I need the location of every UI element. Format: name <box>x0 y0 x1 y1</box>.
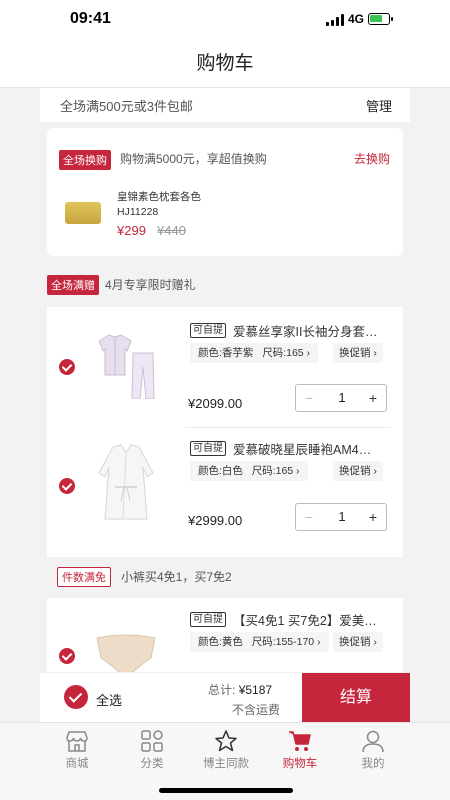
select-all-checkbox[interactable] <box>64 685 88 709</box>
product-image[interactable] <box>91 439 161 525</box>
decrease-button[interactable]: − <box>296 504 322 530</box>
chevron-right-icon: › <box>373 465 377 477</box>
status-bar: 09:41 4G <box>0 0 450 40</box>
exchange-tag: 全场换购 <box>59 150 111 170</box>
product-name[interactable]: 爱慕丝享家II长袖分身套… <box>233 321 393 340</box>
multi-piece-tag: 件数满免 <box>57 567 111 587</box>
total-amount: 总计: ¥5187 <box>208 681 272 698</box>
shipping-note: 不含运费 <box>232 703 281 717</box>
spec-selector[interactable]: 颜色:黄色 尺码:155-170 › <box>190 632 329 652</box>
cart-items-card: 可自提 爱慕丝享家II长袖分身套… 颜色:香芋紫 尺码:165 › 换促销 › … <box>47 307 403 557</box>
gift-text: 4月专享限时赠礼 <box>105 278 196 292</box>
store-icon <box>66 731 88 752</box>
decrease-button[interactable]: − <box>296 385 322 411</box>
swap-promo-label: 换促销 <box>339 465 371 477</box>
item-checkbox[interactable] <box>59 478 75 494</box>
quantity-value[interactable]: 1 <box>322 385 362 411</box>
status-time: 09:41 <box>70 10 111 27</box>
manage-button[interactable]: 管理 <box>366 96 392 115</box>
product-image[interactable] <box>91 319 161 400</box>
pickup-badge: 可自提 <box>190 323 226 338</box>
home-indicator <box>159 788 293 793</box>
spec-color: 颜色:白色 <box>198 465 243 477</box>
swap-promo-button[interactable]: 换促销 › <box>333 343 383 363</box>
chevron-right-icon: › <box>373 636 377 648</box>
spec-size: 尺码:165 <box>262 347 304 359</box>
product-name[interactable]: 爱慕破晓星辰睡袍AM4… <box>233 439 393 458</box>
spec-size: 尺码:165 <box>251 465 294 477</box>
item-checkbox[interactable] <box>59 648 75 664</box>
user-icon <box>362 730 384 753</box>
product-price: ¥2999.00 <box>188 513 243 528</box>
shipping-promo-bar: 全场满500元或3件包邮 管理 <box>40 88 410 122</box>
network-label: 4G <box>348 12 365 26</box>
swap-promo-label: 换促销 <box>339 347 371 359</box>
checkout-bar: 全选 总计: ¥5187 不含运费 结算 <box>40 672 410 723</box>
item-checkbox[interactable] <box>59 359 75 375</box>
spec-selector[interactable]: 颜色:香芋紫 尺码:165 › <box>190 343 319 363</box>
cart-items-card-2: 可自提 【买4免1 买7免2】爱美… 颜色:黄色 尺码:155-170 › 换促… <box>47 598 403 675</box>
product-price: ¥2099.00 <box>188 396 243 411</box>
chevron-right-icon: › <box>317 636 321 648</box>
battery-icon <box>368 13 393 25</box>
shipping-promo-text: 全场满500元或3件包邮 <box>60 99 193 114</box>
tab-label: 我的 <box>361 758 385 770</box>
checkout-button[interactable]: 结算 <box>302 673 410 723</box>
chevron-right-icon: › <box>373 347 377 359</box>
signal-icon <box>326 14 344 26</box>
exchange-product-name[interactable]: 皇锦素色枕套各色HJ11228 <box>117 190 212 220</box>
cart-icon <box>289 731 311 751</box>
exchange-product-price: ¥299 <box>117 223 146 238</box>
product-name[interactable]: 【买4免1 买7免2】爱美… <box>233 610 393 629</box>
page-title: 购物车 <box>196 53 254 74</box>
pickup-badge: 可自提 <box>190 612 226 627</box>
spec-size: 尺码:155-170 <box>251 636 315 648</box>
gift-tag: 全场满赠 <box>47 275 99 295</box>
go-exchange-link[interactable]: 去换购 <box>354 150 390 167</box>
multi-piece-text: 小裤买4免1，买7免2 <box>121 570 232 584</box>
spec-color: 颜色:黄色 <box>198 636 243 648</box>
pickup-badge: 可自提 <box>190 441 226 456</box>
quantity-stepper[interactable]: − 1 + <box>295 384 387 412</box>
star-icon <box>215 730 237 752</box>
pillowcase-image[interactable] <box>65 202 101 224</box>
total-value: ¥5187 <box>238 683 273 697</box>
page-header: 购物车 <box>0 40 450 88</box>
exchange-product-old-price: ¥440 <box>157 223 186 238</box>
exchange-desc: 购物满5000元，享超值换购 <box>120 152 267 166</box>
tab-profile[interactable]: 我的 <box>328 723 418 771</box>
category-icon <box>141 730 163 752</box>
increase-button[interactable]: + <box>360 385 386 411</box>
swap-promo-label: 换促销 <box>339 636 371 648</box>
quantity-value[interactable]: 1 <box>322 504 362 530</box>
chevron-right-icon: › <box>306 347 311 359</box>
product-image[interactable] <box>91 628 161 675</box>
quantity-stepper[interactable]: − 1 + <box>295 503 387 531</box>
chevron-right-icon: › <box>296 465 300 477</box>
item-divider <box>185 427 391 428</box>
spec-color: 颜色:香芋紫 <box>198 347 254 359</box>
swap-promo-button[interactable]: 换促销 › <box>333 632 383 652</box>
spec-selector[interactable]: 颜色:白色 尺码:165 › <box>190 461 308 481</box>
swap-promo-button[interactable]: 换促销 › <box>333 461 383 481</box>
total-label: 总计: <box>208 683 236 697</box>
increase-button[interactable]: + <box>360 504 386 530</box>
select-all-label[interactable]: 全选 <box>96 690 122 709</box>
exchange-card: 全场换购 购物满5000元，享超值换购 去换购 皇锦素色枕套各色HJ11228 … <box>47 128 403 256</box>
